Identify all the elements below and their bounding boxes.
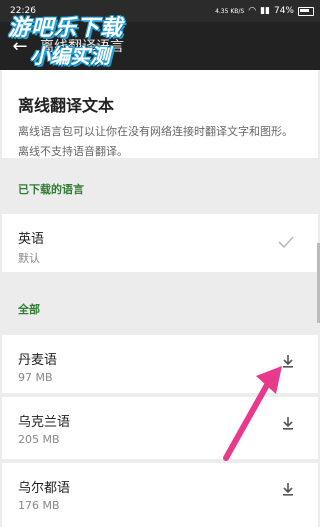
battery-icon	[298, 6, 314, 16]
language-size: 97 MB	[18, 371, 53, 384]
check-icon	[278, 236, 294, 249]
language-default-label: 默认	[18, 252, 40, 265]
signal-icon: ▮▮	[260, 6, 270, 16]
status-time: 22:26	[10, 6, 36, 16]
downloaded-section-label: 已下载的语言	[18, 183, 84, 196]
app-bar: ← 离线翻译语言	[0, 22, 320, 70]
language-name: 丹麦语	[18, 353, 58, 368]
status-bar: 22:26 4.35 KB/S ◠ ▮▮ 74%	[0, 0, 320, 22]
downloaded-language-row[interactable]: 英语 默认	[2, 214, 318, 272]
download-icon[interactable]	[280, 481, 296, 497]
language-name: 乌尔都语	[18, 481, 71, 496]
language-name: 乌克兰语	[18, 415, 71, 430]
language-row[interactable]: 乌尔都语 176 MB	[2, 463, 318, 527]
language-size: 176 MB	[18, 499, 60, 512]
wifi-icon: ◠	[248, 6, 257, 16]
status-icons: 4.35 KB/S ◠ ▮▮ 74%	[215, 6, 314, 16]
net-speed: 4.35 KB/S	[215, 7, 245, 15]
battery-percent: 74%	[273, 6, 294, 16]
language-size: 205 MB	[18, 433, 60, 446]
language-name: 英语	[18, 232, 45, 247]
all-section-label: 全部	[18, 303, 40, 316]
page-title: 离线翻译语言	[40, 39, 124, 55]
offline-info-card: 离线翻译文本 离线语言包可以让你在没有网络连接时翻译文字和图形。离线不支持语音翻…	[2, 70, 318, 158]
section-title: 离线翻译文本	[18, 96, 115, 115]
arrow-back-icon[interactable]: ←	[0, 22, 40, 70]
section-description: 离线语言包可以让你在没有网络连接时翻译文字和图形。离线不支持语音翻译。	[18, 125, 293, 158]
download-icon[interactable]	[280, 415, 296, 431]
language-row[interactable]: 乌克兰语 205 MB	[2, 397, 318, 459]
language-row[interactable]: 丹麦语 97 MB	[2, 335, 318, 393]
download-icon[interactable]	[280, 353, 296, 369]
